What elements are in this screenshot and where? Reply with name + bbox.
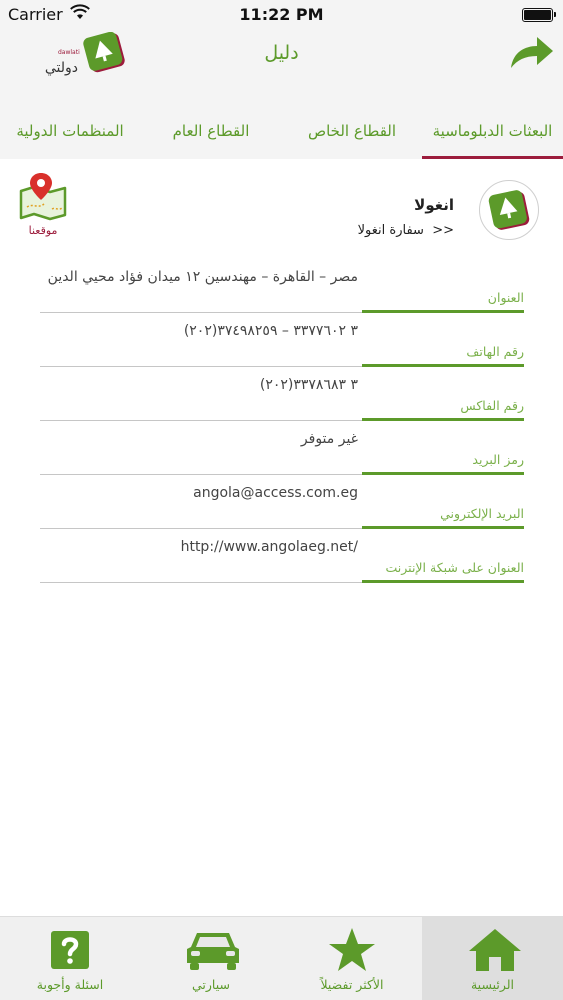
page-title: دليل [264, 42, 299, 64]
tabbar-label: اسئلة وأجوبة [36, 977, 104, 992]
field-value[interactable]: (٢٠٢)٣ ٣٣٧٧٦٠٢ – ٣٧٤٩٨٢٥٩ [40, 323, 358, 340]
map-pin-icon [19, 173, 67, 221]
field-value: (٢٠٢)٣ ٣٣٧٨٦٨٣ [259, 377, 358, 393]
field-postal-code: رمز البريد غير متوفر [40, 421, 524, 475]
forward-arrow-icon[interactable] [507, 34, 557, 72]
our-location-button[interactable]: موقعنا [18, 171, 68, 239]
cedar-emblem-icon [488, 190, 530, 230]
star-icon [329, 928, 375, 971]
navigation-bar: دولتي dawlati دليل [0, 30, 563, 90]
field-value[interactable]: angola@access.com.eg [40, 485, 358, 502]
field-label: العنوان [487, 290, 524, 305]
tab-international-organizations[interactable]: المنظمات الدولية [0, 105, 140, 159]
field-website: العنوان على شبكة الإنترنت http://www.ang… [40, 529, 524, 583]
entry-emblem [479, 180, 539, 240]
our-location-label: موقعنا [28, 224, 58, 237]
clock: 11:22 PM [239, 5, 324, 24]
tabbar-my-car[interactable]: سيارتي [140, 917, 282, 1000]
field-label: البريد الإلكتروني [440, 506, 524, 521]
car-icon [187, 933, 239, 970]
field-label: رمز البريد [472, 452, 524, 467]
embassy-link[interactable]: سفارة انغولا >> [358, 223, 454, 238]
home-icon [469, 929, 521, 971]
bottom-tab-bar: الرئيسية الأكثر تفضيلاً سيارتي اسئلة وأج… [0, 916, 563, 1000]
tab-private-sector[interactable]: القطاع الخاص [282, 105, 422, 159]
detail-content: انغولا سفارة انغولا >> موقعنا العنوان مص… [0, 159, 563, 916]
field-address: العنوان مصر – القاهرة – مهندسين ١٢ ميدان… [40, 259, 524, 313]
question-icon [51, 931, 89, 969]
tab-public-sector[interactable]: القطاع العام [140, 105, 282, 159]
field-value[interactable]: http://www.angolaeg.net/ [40, 539, 358, 556]
tabbar-label: سيارتي [192, 977, 230, 992]
field-email: البريد الإلكتروني angola@access.com.eg [40, 475, 524, 529]
category-tabs: البعثات الدبلوماسية القطاع الخاص القطاع … [0, 105, 563, 159]
tabbar-home[interactable]: الرئيسية [422, 917, 563, 1000]
country-name: انغولا [414, 196, 454, 214]
field-label: رقم الهاتف [466, 344, 524, 359]
tabbar-faq[interactable]: اسئلة وأجوبة [0, 917, 140, 1000]
tabbar-label: الرئيسية [470, 977, 515, 992]
status-bar: Carrier 11:22 PM [0, 0, 563, 30]
tabbar-favorites[interactable]: الأكثر تفضيلاً [282, 917, 422, 1000]
field-value: مصر – القاهرة – مهندسين ١٢ ميدان فؤاد مح… [47, 269, 358, 285]
breadcrumb-marker: >> [432, 223, 454, 238]
field-label: رقم الفاكس [460, 398, 524, 413]
tab-diplomatic-missions[interactable]: البعثات الدبلوماسية [422, 105, 563, 159]
field-value: غير متوفر [300, 431, 358, 447]
field-phone: رقم الهاتف (٢٠٢)٣ ٣٣٧٧٦٠٢ – ٣٧٤٩٨٢٥٩ [40, 313, 524, 367]
field-fax: رقم الفاكس (٢٠٢)٣ ٣٣٧٨٦٨٣ [40, 367, 524, 421]
field-label: العنوان على شبكة الإنترنت [385, 560, 524, 575]
embassy-name: سفارة انغولا [357, 223, 424, 238]
tabbar-label: الأكثر تفضيلاً [320, 977, 384, 992]
battery-icon [522, 8, 556, 22]
